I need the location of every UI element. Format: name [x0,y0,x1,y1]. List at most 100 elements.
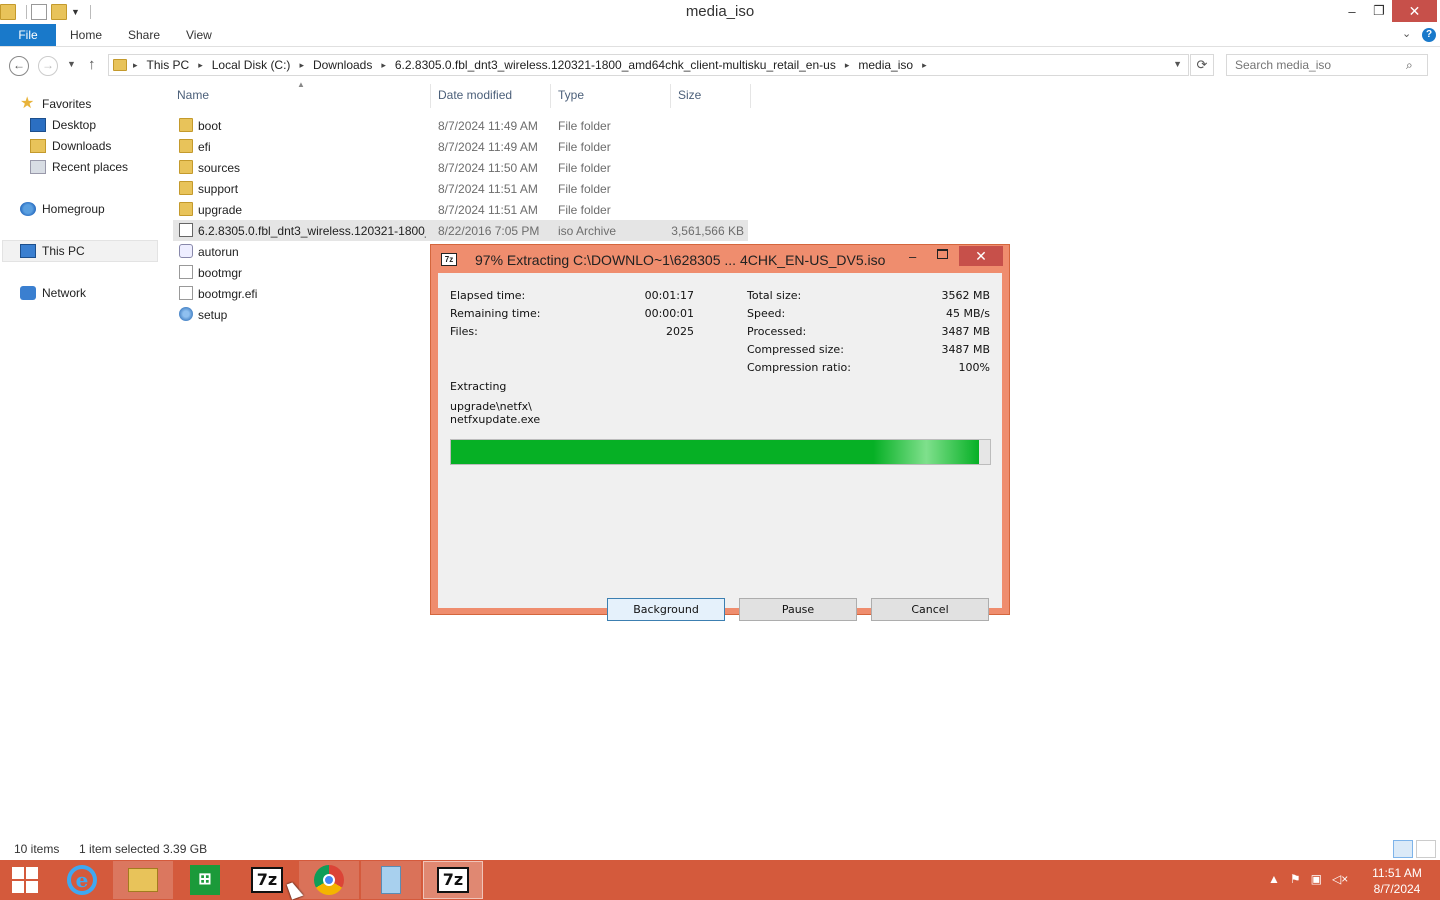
search-input[interactable] [1226,54,1428,76]
breadcrumb-downloads[interactable]: Downloads [313,58,372,72]
total-size-value: 3562 MB [941,289,990,302]
file-size: 3,561,566 KB [671,224,744,238]
column-header-type[interactable]: Type [558,88,584,106]
folder-icon [179,202,193,216]
breadcrumb-separator-icon[interactable]: ▸ [299,60,304,71]
column-divider[interactable] [750,84,751,108]
breadcrumb-separator-icon[interactable]: ▸ [845,60,850,71]
column-divider[interactable] [430,84,431,108]
taskbar-internet-explorer[interactable]: e [52,861,112,899]
file-name: boot [198,119,222,133]
dialog-title: 97% Extracting C:\DOWNLO~1\628305 ... 4C… [475,252,886,268]
restore-button[interactable]: ❐ [1366,0,1392,22]
network-status-icon[interactable]: ▣ [1311,872,1322,886]
cancel-button[interactable]: Cancel [871,598,989,621]
ribbon: File Home Share View ⌄ ? [0,24,1440,47]
nav-favorites[interactable]: ★ Favorites [20,93,91,114]
taskbar-file-explorer[interactable] [113,861,173,899]
elapsed-time-label: Elapsed time: [450,289,526,302]
breadcrumb-this-pc[interactable]: This PC [147,58,190,72]
file-row-selected[interactable]: 6.2.8305.0.fbl_dnt3_wireless.120321-1800… [173,220,748,241]
nav-recent-places[interactable]: Recent places [30,156,128,177]
forward-button[interactable]: → [38,56,58,76]
recent-locations-chevron-icon[interactable]: ▼ [67,59,76,69]
dialog-close-button[interactable]: ✕ [959,246,1003,266]
nav-desktop[interactable]: Desktop [30,114,96,135]
nav-downloads[interactable]: Downloads [30,135,111,156]
large-icons-view-button[interactable] [1416,840,1436,858]
dialog-minimize-button[interactable]: – [909,249,916,264]
dialog-maximize-button[interactable] [937,249,948,259]
taskbar-store[interactable]: ⊞ [175,861,235,899]
start-button[interactable] [0,861,50,899]
breadcrumb-separator-icon[interactable]: ▸ [133,60,138,71]
tab-home[interactable]: Home [70,24,102,46]
nav-this-pc[interactable]: This PC [20,240,85,261]
help-icon[interactable]: ? [1422,28,1436,42]
navigation-bar: ← → ▼ ↑ ▸ This PC ▸ Local Disk (C:) ▸ Do… [0,50,1440,80]
file-date: 8/7/2024 11:51 AM [438,182,538,196]
address-dropdown-chevron-icon[interactable]: ▼ [1173,59,1182,69]
network-icon [20,285,36,300]
background-button[interactable]: Background [607,598,725,621]
column-header-size[interactable]: Size [678,88,701,106]
pause-button[interactable]: Pause [739,598,857,621]
breadcrumb-media-iso[interactable]: media_iso [858,58,913,72]
search-icon[interactable]: ⌕ [1406,58,1413,73]
tab-file[interactable]: File [0,24,56,46]
taskbar-7zip-extraction[interactable]: 7z [423,861,483,899]
document-icon [381,866,401,894]
tab-share[interactable]: Share [128,24,160,46]
breadcrumb-separator-icon[interactable]: ▸ [198,60,203,71]
tab-view[interactable]: View [186,24,212,46]
taskbar-clock[interactable]: 11:51 AM 8/7/2024 [1362,865,1432,897]
taskbar-7zip-file-manager[interactable]: 7z [237,861,297,899]
up-button[interactable]: ↑ [88,56,96,73]
column-header-date[interactable]: Date modified [438,88,512,106]
column-divider[interactable] [550,84,551,108]
breadcrumb-separator-icon[interactable]: ▸ [381,60,386,71]
extraction-progress-bar [450,439,991,465]
dialog-title-bar[interactable]: 7z 97% Extracting C:\DOWNLO~1\628305 ...… [431,245,1009,273]
refresh-button[interactable]: ⟳ [1190,54,1214,76]
back-button[interactable]: ← [9,56,29,76]
file-type: File folder [558,182,611,196]
files-value: 2025 [666,325,694,338]
breadcrumb-build-folder[interactable]: 6.2.8305.0.fbl_dnt3_wireless.120321-1800… [395,58,836,72]
nav-network[interactable]: Network [20,282,86,303]
nav-label: Downloads [52,138,112,153]
nav-homegroup[interactable]: Homegroup [20,198,105,219]
file-name: upgrade [198,203,243,217]
chrome-icon [314,865,344,895]
speed-value: 45 MB/s [946,307,990,320]
setup-icon [179,307,193,321]
address-bar[interactable]: ▸ This PC ▸ Local Disk (C:) ▸ Downloads … [108,54,1189,76]
minimize-button[interactable]: – [1338,0,1366,22]
file-row[interactable]: support 8/7/2024 11:51 AM File folder [173,178,748,199]
elapsed-time-value: 00:01:17 [644,289,694,302]
compression-ratio-label: Compression ratio: [747,361,851,374]
compression-ratio-value: 100% [958,361,990,374]
volume-muted-icon[interactable]: ◁× [1332,872,1348,886]
folder-icon [179,139,193,153]
file-name: autorun [198,245,239,259]
column-divider[interactable] [670,84,671,108]
taskbar-file-copy[interactable] [361,861,421,899]
expand-ribbon-chevron-icon[interactable]: ⌄ [1402,27,1411,40]
close-button[interactable]: ✕ [1392,0,1437,22]
breadcrumb-local-disk[interactable]: Local Disk (C:) [212,58,291,72]
file-date: 8/7/2024 11:49 AM [438,140,538,154]
breadcrumb-separator-icon[interactable]: ▸ [922,60,927,71]
nav-label: Recent places [52,159,129,174]
file-row[interactable]: sources 8/7/2024 11:50 AM File folder [173,157,748,178]
file-date: 8/7/2024 11:49 AM [438,119,538,133]
column-header-name[interactable]: Name [177,88,209,106]
show-hidden-icons-chevron-icon[interactable]: ▲ [1268,872,1280,886]
file-row[interactable]: boot 8/7/2024 11:49 AM File folder [173,115,748,136]
file-row[interactable]: upgrade 8/7/2024 11:51 AM File folder [173,199,748,220]
action-center-flag-icon[interactable]: ⚑ [1290,872,1301,886]
taskbar-chrome[interactable] [299,861,359,899]
current-path: upgrade\netfx\ [450,400,532,413]
file-row[interactable]: efi 8/7/2024 11:49 AM File folder [173,136,748,157]
details-view-button[interactable] [1393,840,1413,858]
